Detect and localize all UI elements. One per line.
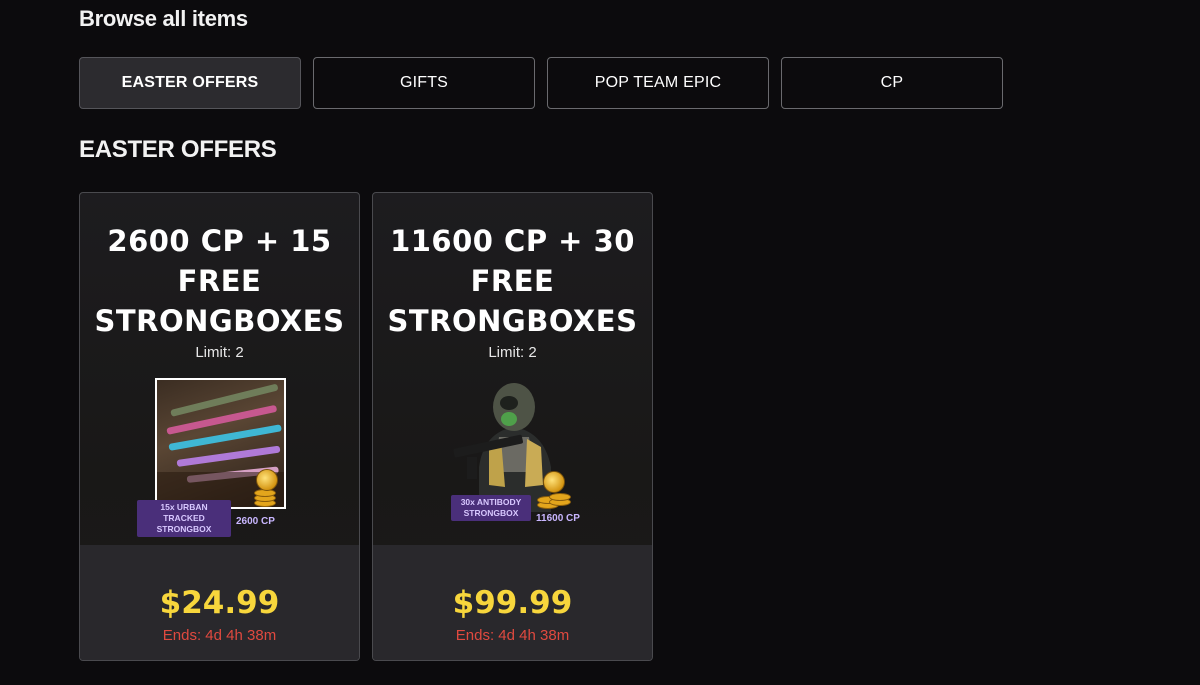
offer-limit: Limit: 2: [195, 344, 244, 361]
offer-title-line: 11600 CP + 30: [390, 224, 635, 258]
offer-title-line: 2600 CP + 15: [107, 224, 332, 258]
tab-easter-offers[interactable]: EASTER OFFERS: [79, 57, 301, 109]
cp-coin-icon: [250, 469, 282, 509]
tab-gifts[interactable]: GIFTS: [313, 57, 535, 109]
offer-title-line: FREE: [177, 264, 262, 298]
offer-grid: 2600 CP + 15 FREE STRONGBOXES Limit: 2 1…: [79, 192, 653, 661]
cp-amount-label: 11600 CP: [536, 513, 580, 524]
offer-price: $99.99: [452, 585, 573, 621]
page-heading: Browse all items: [79, 6, 248, 31]
offer-title-line: FREE: [470, 264, 555, 298]
offer-title-line: STRONGBOXES: [94, 304, 345, 338]
section-title: EASTER OFFERS: [79, 136, 277, 163]
category-tabs: EASTER OFFERS GIFTS POP TEAM EPIC CP: [79, 57, 1003, 109]
strongbox-tag: 30x ANTIBODY STRONGBOX: [451, 495, 531, 521]
tab-cp[interactable]: CP: [781, 57, 1003, 109]
offer-art-weapons: 15x URBAN TRACKED STRONGBOX 2600 CP: [137, 377, 296, 537]
offer-card-2600cp[interactable]: 2600 CP + 15 FREE STRONGBOXES Limit: 2 1…: [79, 192, 360, 661]
offer-title: 2600 CP + 15 FREE STRONGBOXES: [80, 221, 359, 341]
offer-title-line: STRONGBOXES: [387, 304, 638, 338]
offer-limit: Limit: 2: [488, 344, 537, 361]
offer-title: 11600 CP + 30 FREE STRONGBOXES: [373, 221, 652, 341]
offer-timer: Ends: 4d 4h 38m: [455, 627, 570, 644]
offer-timer: Ends: 4d 4h 38m: [162, 627, 277, 644]
offer-card-11600cp[interactable]: 11600 CP + 30 FREE STRONGBOXES Limit: 2 …: [372, 192, 653, 661]
cp-amount-label: 2600 CP: [236, 516, 275, 527]
cp-coin-icon: [535, 465, 575, 509]
offer-art-operator: 30x ANTIBODY STRONGBOX 11600 CP: [439, 377, 589, 533]
offer-price: $24.99: [159, 585, 280, 621]
strongbox-tag: 15x URBAN TRACKED STRONGBOX: [137, 500, 231, 537]
tab-pop-team-epic[interactable]: POP TEAM EPIC: [547, 57, 769, 109]
